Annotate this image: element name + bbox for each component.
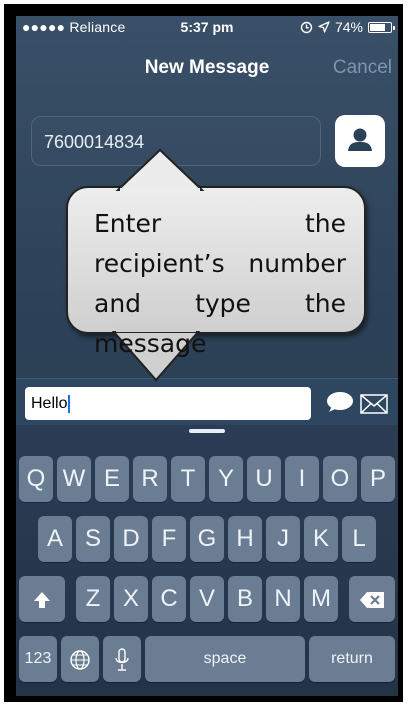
key-l[interactable]: L <box>342 516 376 562</box>
navigation-bar: New Message Cancel <box>16 52 398 92</box>
key-c[interactable]: C <box>152 576 186 622</box>
add-contact-button[interactable] <box>335 115 385 167</box>
key-o[interactable]: O <box>323 456 357 502</box>
cancel-button[interactable]: Cancel <box>333 57 392 79</box>
key-q[interactable]: Q <box>19 456 53 502</box>
globe-key[interactable] <box>61 636 99 682</box>
instruction-callout: Enter the recipient’s number and type th… <box>66 148 366 382</box>
speech-bubble-icon[interactable] <box>326 391 354 413</box>
key-n[interactable]: N <box>266 576 300 622</box>
mail-icon[interactable] <box>360 394 388 414</box>
key-a[interactable]: A <box>38 516 72 562</box>
key-h[interactable]: H <box>228 516 262 562</box>
status-bar: ●●●●● Reliance 5:37 pm 74% <box>16 16 398 38</box>
key-y[interactable]: Y <box>209 456 243 502</box>
message-compose-bar: Hello <box>16 378 398 425</box>
phone-screen: ●●●●● Reliance 5:37 pm 74% New Message C… <box>16 16 398 696</box>
text-caret <box>68 394 71 413</box>
key-j[interactable]: J <box>266 516 300 562</box>
key-f[interactable]: F <box>152 516 186 562</box>
numbers-key[interactable]: 123 <box>19 636 57 682</box>
key-k[interactable]: K <box>304 516 338 562</box>
message-input[interactable]: Hello <box>25 387 311 420</box>
alarm-icon <box>300 21 313 33</box>
return-key[interactable]: return <box>309 636 395 682</box>
globe-icon <box>70 649 90 670</box>
key-s[interactable]: S <box>76 516 110 562</box>
status-right: 74% <box>300 19 395 35</box>
battery-percent: 74% <box>334 19 363 35</box>
shift-key[interactable] <box>19 576 65 622</box>
location-arrow-icon <box>318 21 330 33</box>
person-icon <box>348 128 372 151</box>
callout-pointer-up <box>115 148 205 194</box>
key-m[interactable]: M <box>304 576 338 622</box>
message-text: Hello <box>31 395 68 412</box>
dictation-key[interactable] <box>103 636 141 682</box>
key-z[interactable]: Z <box>76 576 110 622</box>
key-b[interactable]: B <box>228 576 262 622</box>
microphone-icon <box>115 647 129 671</box>
key-w[interactable]: W <box>57 456 91 502</box>
key-u[interactable]: U <box>247 456 281 502</box>
screenshot-frame: ●●●●● Reliance 5:37 pm 74% New Message C… <box>4 4 403 702</box>
keyboard-handle[interactable] <box>189 429 225 433</box>
key-p[interactable]: P <box>361 456 395 502</box>
key-t[interactable]: T <box>171 456 205 502</box>
space-key[interactable]: space <box>145 636 305 682</box>
callout-text: Enter the recipient’s number and type th… <box>94 209 346 358</box>
keyboard: QWERTYUIOP ASDFGHJKL ZXCVBNM 123 space r… <box>16 425 398 696</box>
key-e[interactable]: E <box>95 456 129 502</box>
key-d[interactable]: D <box>114 516 148 562</box>
backspace-key[interactable] <box>349 576 395 622</box>
key-g[interactable]: G <box>190 516 224 562</box>
key-v[interactable]: V <box>190 576 224 622</box>
key-x[interactable]: X <box>114 576 148 622</box>
key-r[interactable]: R <box>133 456 167 502</box>
backspace-icon <box>360 591 384 608</box>
battery-icon <box>368 21 395 33</box>
key-i[interactable]: I <box>285 456 319 502</box>
shift-arrow-icon <box>34 591 50 608</box>
